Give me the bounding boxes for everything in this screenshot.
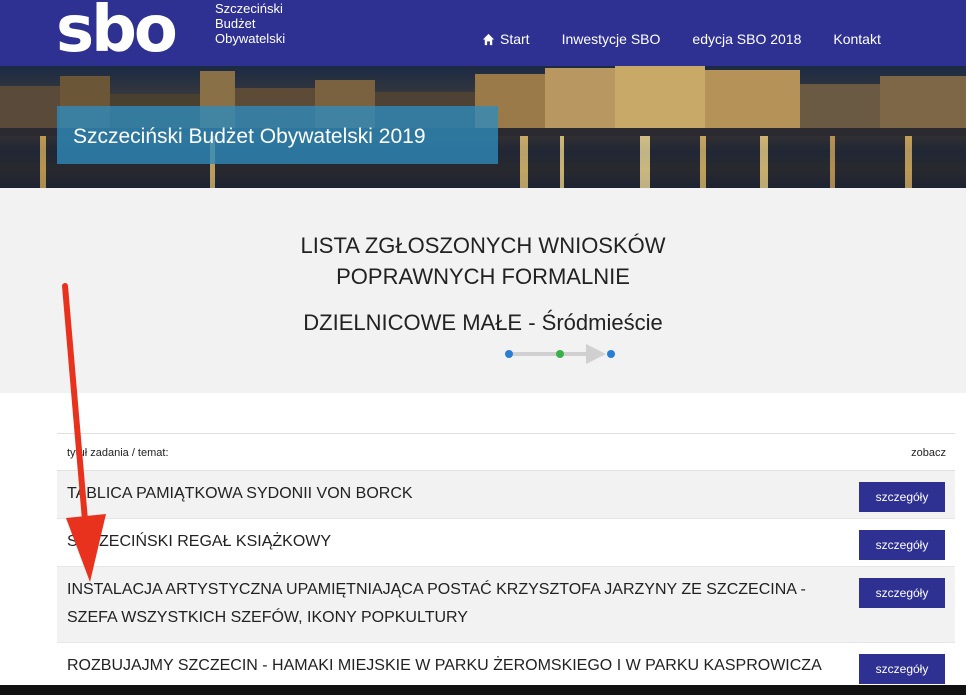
city-banner-image: Szczeciński Budżet Obywatelski 2019 [0,66,966,188]
table-row: SZCZECIŃSKI REGAŁ KSIĄŻKOWY szczegóły [57,519,955,567]
nav-inwestycje[interactable]: Inwestycje SBO [562,31,661,47]
nav-label: Inwestycje SBO [561,31,661,47]
list-heading-line2: POPRAWNYCH FORMALNIE [336,264,630,289]
category-heading: DZIELNICOWE MAŁE - Śródmieście [303,310,663,335]
row-title: ROZBUJAJMY SZCZECIN - HAMAKI MIEJSKIE W … [67,657,822,674]
home-icon [482,33,495,45]
headline-section: LISTA ZGŁOSZONYCH WNIOSKÓW POPRAWNYCH FO… [0,188,966,393]
table-header: tytuł zadania / temat: zobacz [57,433,955,471]
bottom-edge-bar [0,685,966,695]
nav-label: Start [500,31,530,47]
nav-label: Kontakt [833,31,881,47]
table-row: INSTALACJA ARTYSTYCZNA UPAMIĘTNIAJĄCA PO… [57,567,955,643]
details-button[interactable]: szczegóły [859,654,945,684]
step-progress-indicator [505,344,615,364]
main-nav: Start Inwestycje SBO edycja SBO 2018 Kon… [482,31,913,47]
step-dot-1 [505,350,513,358]
red-annotation-arrow-icon [62,283,106,582]
applications-table: tytuł zadania / temat: zobacz TABLICA PA… [57,433,955,691]
details-button[interactable]: szczegóły [859,578,945,608]
top-navbar: sbo Szczeciński Budżet Obywatelski Start… [0,0,966,66]
nav-kontakt[interactable]: Kontakt [833,31,880,47]
list-heading-line1: LISTA ZGŁOSZONYCH WNIOSKÓW [300,233,666,258]
row-title: TABLICA PAMIĄTKOWA SYDONII VON BORCK [67,485,413,502]
details-button[interactable]: szczegóły [859,530,945,560]
nav-start[interactable]: Start [482,31,530,47]
sbo-logo[interactable]: sbo [56,0,178,62]
step-dot-3 [607,350,615,358]
logo-line: Obywatelski [215,31,286,46]
logo-line: Szczeciński [215,1,283,16]
nav-edycja-2018[interactable]: edycja SBO 2018 [692,31,801,47]
step-dot-2 [556,350,564,358]
nav-label: edycja SBO 2018 [692,31,802,47]
table-row: ROZBUJAJMY SZCZECIN - HAMAKI MIEJSKIE W … [57,643,955,691]
column-view-header: zobacz [911,447,946,459]
table-row: TABLICA PAMIĄTKOWA SYDONII VON BORCK szc… [57,471,955,519]
row-title: INSTALACJA ARTYSTYCZNA UPAMIĘTNIAJĄCA PO… [67,581,806,626]
banner-title: Szczeciński Budżet Obywatelski 2019 [57,106,498,164]
details-button[interactable]: szczegóły [859,482,945,512]
row-title: SZCZECIŃSKI REGAŁ KSIĄŻKOWY [67,533,332,550]
logo-line: Budżet [215,16,256,31]
logo-subtitle: Szczeciński Budżet Obywatelski [215,1,285,46]
